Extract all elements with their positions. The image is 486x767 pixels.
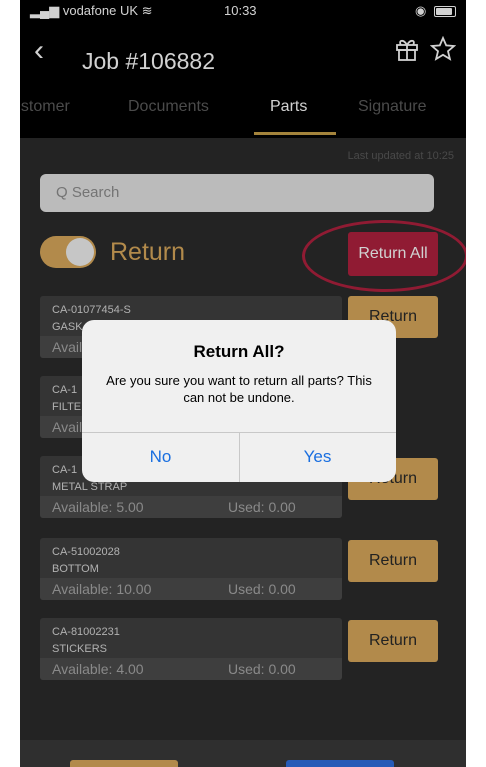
yes-button[interactable]: Yes xyxy=(239,432,396,482)
confirm-dialog: Return All? Are you sure you want to ret… xyxy=(82,320,396,482)
dialog-title: Return All? xyxy=(193,342,285,361)
no-button[interactable]: No xyxy=(82,432,239,482)
app-screen: ▂▄▆ vodafone UK ≋ 10:33 ◉ ‹ Job #106882 xyxy=(20,0,466,767)
dialog-message: Are you sure you want to return all part… xyxy=(106,373,372,405)
